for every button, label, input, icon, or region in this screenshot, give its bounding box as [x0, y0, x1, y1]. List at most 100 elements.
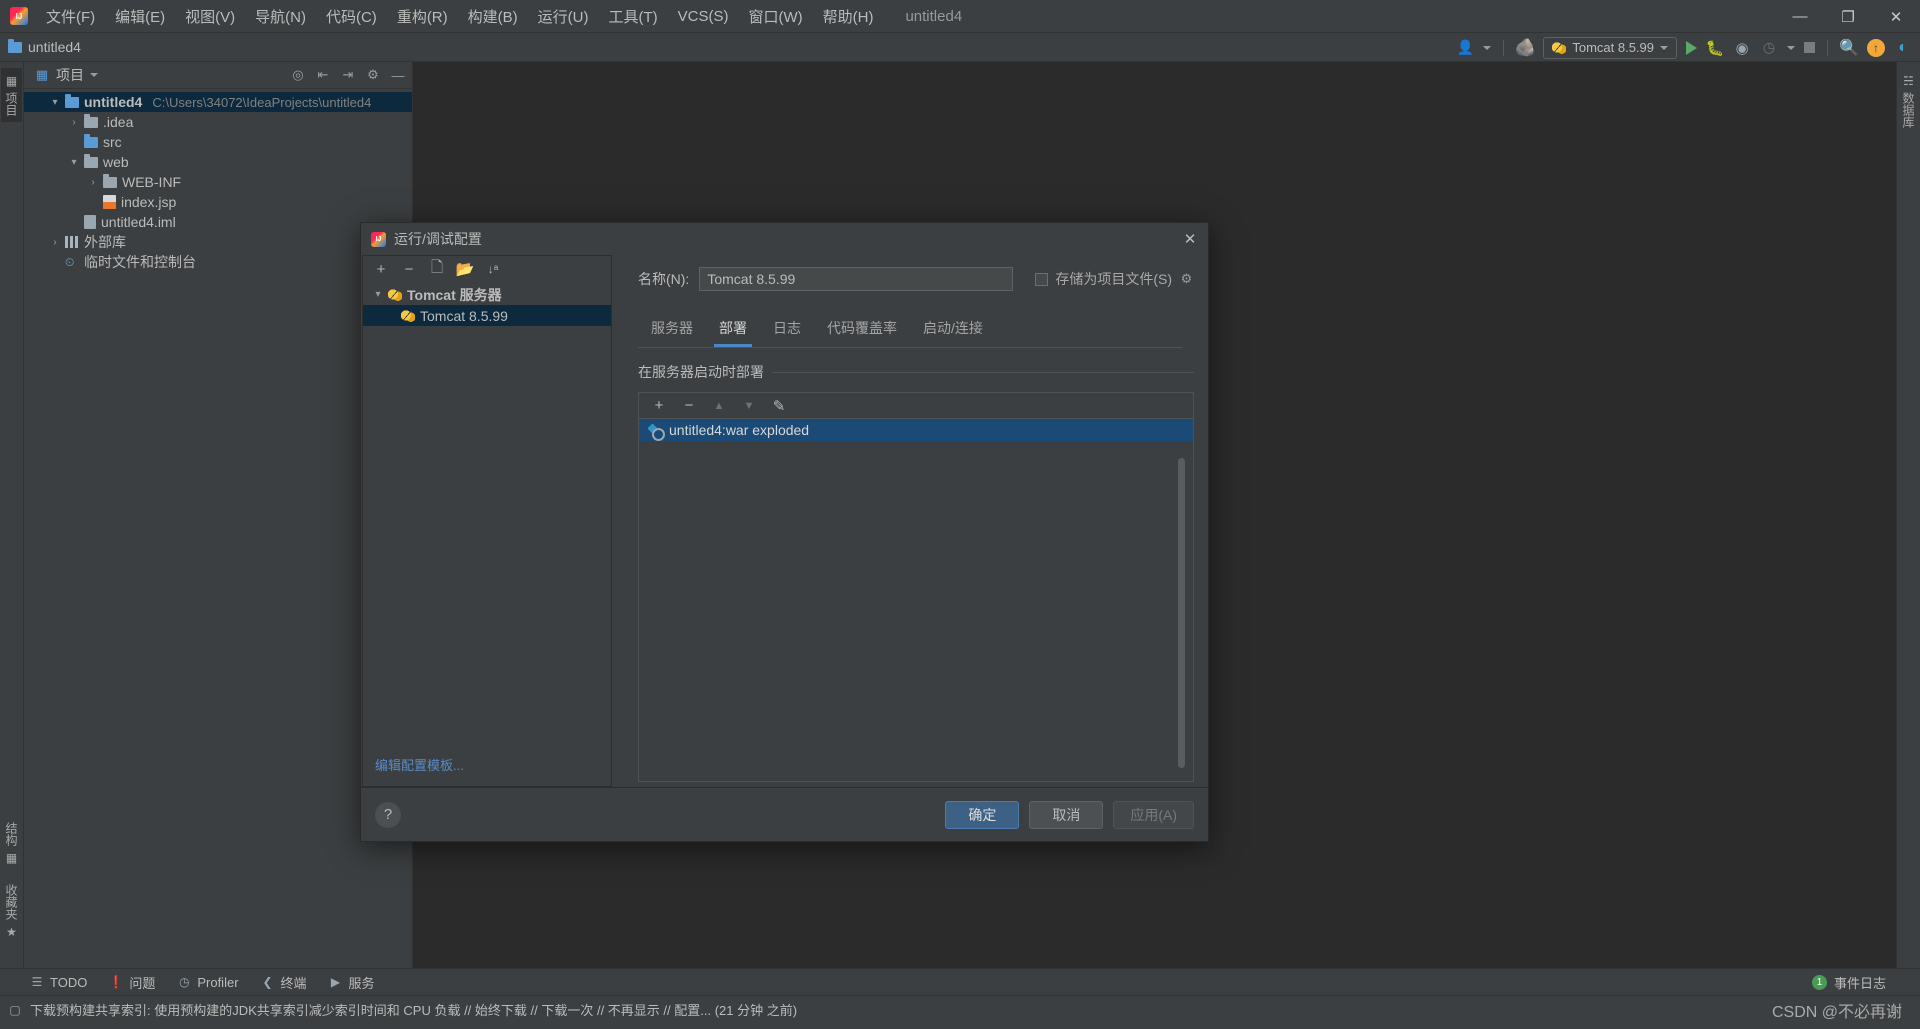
config-group-tomcat[interactable]: ▾ Tomcat 服务器: [363, 284, 611, 305]
tool-window-profiler[interactable]: ◷ Profiler: [177, 975, 238, 990]
close-window-button[interactable]: ✕: [1872, 0, 1920, 33]
deployment-section-label: 在服务器启动时部署: [638, 364, 764, 380]
dialog-body: + − 🗋 📂 ↓ᵃ ▾ Tomcat 服务器 Tomcat 8.5.99 编辑…: [361, 255, 1208, 787]
tool-window-problems-label: 问题: [129, 975, 156, 991]
search-everywhere-icon[interactable]: 🔍: [1839, 39, 1859, 57]
minimize-button[interactable]: —: [1776, 0, 1824, 33]
cancel-button[interactable]: 取消: [1029, 800, 1104, 829]
artifact-icon: [648, 424, 665, 441]
breadcrumb[interactable]: untitled4: [8, 38, 81, 55]
tool-window-services[interactable]: ▶ 服务: [329, 973, 375, 992]
run-configuration-selector[interactable]: Tomcat 8.5.99: [1543, 36, 1677, 59]
menu-run[interactable]: 运行(U): [528, 1, 599, 32]
tab-startup-connection[interactable]: 启动/连接: [910, 313, 996, 347]
title-bar: 文件(F) 编辑(E) 视图(V) 导航(N) 代码(C) 重构(R) 构建(B…: [0, 0, 1920, 33]
config-item-label: Tomcat 8.5.99: [420, 307, 508, 324]
debug-icon[interactable]: 🐛: [1706, 39, 1725, 57]
notification-icon[interactable]: ▢: [8, 1003, 22, 1017]
stop-icon[interactable]: [1804, 42, 1815, 53]
menu-refactor[interactable]: 重构(R): [387, 1, 458, 32]
chevron-down-icon[interactable]: ▾: [373, 289, 383, 300]
profiler-icon: ◷: [179, 975, 190, 989]
intellij-logo-icon: [371, 231, 386, 247]
help-button[interactable]: ?: [375, 801, 401, 828]
name-label: 名称(N):: [638, 271, 690, 287]
menu-edit[interactable]: 编辑(E): [105, 1, 175, 32]
services-icon: ▶: [330, 975, 341, 989]
intellij-logo-icon: [10, 7, 28, 25]
status-bar: ▢ 下载预构建共享索引: 使用预构建的JDK共享索引减少索引时间和 CPU 负载…: [0, 995, 1920, 1023]
details-scrollbar[interactable]: [1178, 458, 1185, 778]
save-config-icon[interactable]: 📂: [456, 261, 475, 278]
main-area: ▦ 项目 结构 ▦ 收藏夹 ★ ▦ 项目 ◎ ⇤ ⇥ ⚙ — ▾ untitle…: [0, 62, 1920, 968]
add-icon[interactable]: +: [373, 261, 389, 278]
run-debug-configurations-dialog: 运行/调试配置 ✕ + − 🗋 📂 ↓ᵃ ▾: [360, 222, 1209, 842]
tool-window-terminal[interactable]: ❮ 终端: [261, 973, 307, 992]
edit-configuration-templates-link[interactable]: 编辑配置模板...: [363, 747, 611, 786]
menu-vcs[interactable]: VCS(S): [668, 3, 739, 30]
store-as-project-file-label: 存储为项目文件(S): [1055, 271, 1172, 287]
tool-window-problems[interactable]: ❗ 问题: [109, 973, 155, 992]
menu-build[interactable]: 构建(B): [458, 1, 528, 32]
settings-gear-icon[interactable]: ⚙: [1179, 271, 1194, 287]
config-group-label: Tomcat 服务器: [407, 286, 502, 303]
user-avatar-icon[interactable]: 👤: [1456, 39, 1474, 57]
ide-feature-icon[interactable]: ◐: [1894, 39, 1912, 57]
close-icon[interactable]: ✕: [1180, 229, 1200, 249]
configuration-details-panel: 名称(N): 存储为项目文件(S) ⚙ 服务器 部署 日志 代码覆盖率: [612, 255, 1208, 787]
move-up-icon: ▲: [713, 399, 725, 412]
configurations-panel: + − 🗋 📂 ↓ᵃ ▾ Tomcat 服务器 Tomcat 8.5.99 编辑…: [362, 255, 612, 787]
chevron-down-icon: [1660, 45, 1668, 50]
menu-view[interactable]: 视图(V): [175, 1, 245, 32]
store-as-project-file-row[interactable]: 存储为项目文件(S) ⚙: [1035, 269, 1194, 289]
deployment-list[interactable]: untitled4:war exploded: [638, 418, 1194, 782]
menu-tools[interactable]: 工具(T): [598, 1, 667, 32]
update-icon[interactable]: ↑: [1867, 38, 1885, 57]
terminal-icon: ❮: [262, 975, 273, 989]
edit-pencil-icon[interactable]: ✎: [771, 398, 787, 415]
name-input[interactable]: [699, 267, 1014, 291]
main-toolbar: 👤 🪨 Tomcat 8.5.99 🐛 ◉ ◷ 🔍 ↑ ◐: [1456, 33, 1912, 62]
menu-file[interactable]: 文件(F): [36, 1, 105, 32]
menu-window[interactable]: 窗口(W): [738, 1, 812, 32]
config-item-tomcat-8599[interactable]: Tomcat 8.5.99: [363, 305, 611, 326]
event-log-button[interactable]: 1 事件日志: [1811, 973, 1886, 992]
dialog-title: 运行/调试配置: [394, 231, 482, 247]
section-divider: [772, 371, 1194, 373]
menu-navigate[interactable]: 导航(N): [245, 1, 316, 32]
module-folder-icon: [8, 38, 22, 53]
tab-code-coverage[interactable]: 代码覆盖率: [814, 313, 910, 347]
todo-icon: ☰: [31, 975, 43, 989]
scrollbar-thumb[interactable]: [1178, 458, 1185, 768]
ok-button[interactable]: 确定: [945, 800, 1020, 829]
deployment-list-toolbar: + − ▲ ▼ ✎: [638, 392, 1194, 418]
maximize-button[interactable]: ❐: [1824, 0, 1872, 33]
run-with-coverage-icon[interactable]: ◉: [1733, 39, 1751, 57]
copy-icon[interactable]: 🗋: [429, 259, 445, 277]
build-hammer-icon[interactable]: 🪨: [1515, 38, 1536, 57]
tool-window-todo[interactable]: ☰ TODO: [30, 975, 88, 990]
navigation-bar: untitled4 👤 🪨 Tomcat 8.5.99 🐛 ◉ ◷ 🔍 ↑ ◐: [0, 33, 1920, 62]
menu-code[interactable]: 代码(C): [316, 1, 387, 32]
run-icon[interactable]: [1686, 40, 1697, 55]
profiler-chevron-down-icon[interactable]: [1787, 45, 1795, 50]
profiler-icon[interactable]: ◷: [1760, 39, 1778, 57]
remove-icon[interactable]: −: [681, 397, 697, 414]
sort-icon[interactable]: ↓ᵃ: [485, 261, 501, 277]
tab-logs[interactable]: 日志: [760, 313, 814, 347]
status-message[interactable]: 下载预构建共享索引: 使用预构建的JDK共享索引减少索引时间和 CPU 负载 /…: [30, 1000, 797, 1019]
dialog-title-bar: 运行/调试配置 ✕: [361, 223, 1208, 255]
window-controls: — ❐ ✕: [1776, 0, 1920, 33]
remove-icon[interactable]: −: [401, 261, 417, 278]
tab-deployment[interactable]: 部署: [706, 313, 760, 347]
store-as-project-file-checkbox[interactable]: [1035, 272, 1049, 286]
add-icon[interactable]: +: [651, 397, 667, 414]
avatar-chevron-down-icon[interactable]: [1483, 45, 1492, 50]
menu-bar: 文件(F) 编辑(E) 视图(V) 导航(N) 代码(C) 重构(R) 构建(B…: [36, 1, 883, 32]
event-log-count-badge: 1: [1811, 974, 1827, 990]
list-item[interactable]: untitled4:war exploded: [639, 419, 1193, 441]
menu-help[interactable]: 帮助(H): [813, 1, 884, 32]
problems-icon: ❗: [108, 975, 124, 989]
tab-server[interactable]: 服务器: [638, 313, 706, 347]
toolbar-separator-1: [1503, 39, 1505, 56]
